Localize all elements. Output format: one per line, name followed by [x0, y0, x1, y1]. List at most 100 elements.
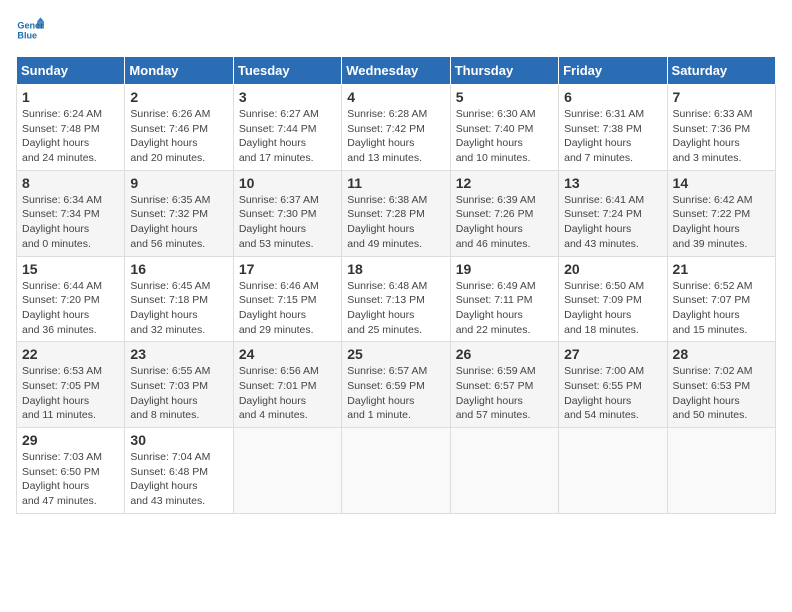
day-detail: Sunrise: 6:44 AMSunset: 7:20 PMDaylight … — [22, 279, 119, 338]
svg-text:Blue: Blue — [17, 30, 37, 40]
col-header-friday: Friday — [559, 57, 667, 85]
calendar-day-empty — [450, 428, 558, 514]
col-header-thursday: Thursday — [450, 57, 558, 85]
day-detail: Sunrise: 6:35 AMSunset: 7:32 PMDaylight … — [130, 193, 227, 252]
day-number: 24 — [239, 346, 336, 362]
calendar-day-18: 18 Sunrise: 6:48 AMSunset: 7:13 PMDayligh… — [342, 256, 450, 342]
day-number: 27 — [564, 346, 661, 362]
day-detail: Sunrise: 6:56 AMSunset: 7:01 PMDaylight … — [239, 364, 336, 423]
calendar-day-2: 2 Sunrise: 6:26 AMSunset: 7:46 PMDaylight… — [125, 85, 233, 171]
day-number: 23 — [130, 346, 227, 362]
day-detail: Sunrise: 6:26 AMSunset: 7:46 PMDaylight … — [130, 107, 227, 166]
day-detail: Sunrise: 6:33 AMSunset: 7:36 PMDaylight … — [673, 107, 770, 166]
day-detail: Sunrise: 6:38 AMSunset: 7:28 PMDaylight … — [347, 193, 444, 252]
day-number: 14 — [673, 175, 770, 191]
day-detail: Sunrise: 7:03 AMSunset: 6:50 PMDaylight … — [22, 450, 119, 509]
day-detail: Sunrise: 6:41 AMSunset: 7:24 PMDaylight … — [564, 193, 661, 252]
calendar-day-23: 23 Sunrise: 6:55 AMSunset: 7:03 PMDayligh… — [125, 342, 233, 428]
day-detail: Sunrise: 6:42 AMSunset: 7:22 PMDaylight … — [673, 193, 770, 252]
day-number: 29 — [22, 432, 119, 448]
calendar-day-26: 26 Sunrise: 6:59 AMSunset: 6:57 PMDayligh… — [450, 342, 558, 428]
day-number: 12 — [456, 175, 553, 191]
day-detail: Sunrise: 6:30 AMSunset: 7:40 PMDaylight … — [456, 107, 553, 166]
calendar-day-15: 15 Sunrise: 6:44 AMSunset: 7:20 PMDayligh… — [17, 256, 125, 342]
day-detail: Sunrise: 6:59 AMSunset: 6:57 PMDaylight … — [456, 364, 553, 423]
calendar-day-11: 11 Sunrise: 6:38 AMSunset: 7:28 PMDayligh… — [342, 170, 450, 256]
calendar-week-1: 1 Sunrise: 6:24 AMSunset: 7:48 PMDaylight… — [17, 85, 776, 171]
calendar-day-17: 17Sunrise: 6:46 AMSunset: 7:15 PMDayligh… — [233, 256, 341, 342]
calendar-day-3: 3Sunrise: 6:27 AMSunset: 7:44 PMDaylight… — [233, 85, 341, 171]
calendar-day-22: 22 Sunrise: 6:53 AMSunset: 7:05 PMDayligh… — [17, 342, 125, 428]
day-number: 18 — [347, 261, 444, 277]
day-number: 1 — [22, 89, 119, 105]
calendar-day-30: 30 Sunrise: 7:04 AMSunset: 6:48 PMDayligh… — [125, 428, 233, 514]
day-detail: Sunrise: 6:24 AMSunset: 7:48 PMDaylight … — [22, 107, 119, 166]
calendar-day-12: 12 Sunrise: 6:39 AMSunset: 7:26 PMDayligh… — [450, 170, 558, 256]
day-number: 25 — [347, 346, 444, 362]
logo-icon: General Blue — [16, 16, 44, 44]
day-number: 20 — [564, 261, 661, 277]
day-number: 17 — [239, 261, 336, 277]
calendar-day-empty — [559, 428, 667, 514]
day-detail: Sunrise: 6:57 AMSunset: 6:59 PMDaylight … — [347, 364, 444, 423]
day-number: 4 — [347, 89, 444, 105]
calendar-day-4: 4 Sunrise: 6:28 AMSunset: 7:42 PMDaylight… — [342, 85, 450, 171]
calendar-day-27: 27Sunrise: 7:00 AMSunset: 6:55 PMDayligh… — [559, 342, 667, 428]
day-detail: Sunrise: 6:49 AMSunset: 7:11 PMDaylight … — [456, 279, 553, 338]
day-number: 26 — [456, 346, 553, 362]
day-detail: Sunrise: 6:27 AMSunset: 7:44 PMDaylight … — [239, 107, 336, 166]
calendar-week-4: 22 Sunrise: 6:53 AMSunset: 7:05 PMDayligh… — [17, 342, 776, 428]
day-detail: Sunrise: 6:55 AMSunset: 7:03 PMDaylight … — [130, 364, 227, 423]
calendar-day-empty — [233, 428, 341, 514]
day-detail: Sunrise: 6:39 AMSunset: 7:26 PMDaylight … — [456, 193, 553, 252]
day-detail: Sunrise: 6:34 AMSunset: 7:34 PMDaylight … — [22, 193, 119, 252]
calendar-day-19: 19 Sunrise: 6:49 AMSunset: 7:11 PMDayligh… — [450, 256, 558, 342]
page-header: General Blue — [16, 16, 776, 44]
day-number: 13 — [564, 175, 661, 191]
calendar-day-16: 16Sunrise: 6:45 AMSunset: 7:18 PMDayligh… — [125, 256, 233, 342]
day-number: 15 — [22, 261, 119, 277]
day-detail: Sunrise: 6:53 AMSunset: 7:05 PMDaylight … — [22, 364, 119, 423]
logo: General Blue — [16, 16, 48, 44]
day-number: 28 — [673, 346, 770, 362]
calendar-day-14: 14 Sunrise: 6:42 AMSunset: 7:22 PMDayligh… — [667, 170, 775, 256]
calendar-day-5: 5 Sunrise: 6:30 AMSunset: 7:40 PMDaylight… — [450, 85, 558, 171]
calendar-table: SundayMondayTuesdayWednesdayThursdayFrid… — [16, 56, 776, 514]
day-number: 8 — [22, 175, 119, 191]
day-detail: Sunrise: 6:28 AMSunset: 7:42 PMDaylight … — [347, 107, 444, 166]
day-detail: Sunrise: 6:45 AMSunset: 7:18 PMDaylight … — [130, 279, 227, 338]
day-number: 11 — [347, 175, 444, 191]
day-number: 5 — [456, 89, 553, 105]
day-number: 22 — [22, 346, 119, 362]
day-number: 10 — [239, 175, 336, 191]
day-number: 9 — [130, 175, 227, 191]
calendar-day-29: 29 Sunrise: 7:03 AMSunset: 6:50 PMDayligh… — [17, 428, 125, 514]
col-header-wednesday: Wednesday — [342, 57, 450, 85]
day-detail: Sunrise: 6:50 AMSunset: 7:09 PMDaylight … — [564, 279, 661, 338]
calendar-day-empty — [667, 428, 775, 514]
calendar-day-10: 10 Sunrise: 6:37 AMSunset: 7:30 PMDayligh… — [233, 170, 341, 256]
calendar-day-1: 1 Sunrise: 6:24 AMSunset: 7:48 PMDaylight… — [17, 85, 125, 171]
calendar-day-7: 7 Sunrise: 6:33 AMSunset: 7:36 PMDaylight… — [667, 85, 775, 171]
day-detail: Sunrise: 7:04 AMSunset: 6:48 PMDaylight … — [130, 450, 227, 509]
calendar-day-8: 8 Sunrise: 6:34 AMSunset: 7:34 PMDaylight… — [17, 170, 125, 256]
day-detail: Sunrise: 6:48 AMSunset: 7:13 PMDaylight … — [347, 279, 444, 338]
col-header-tuesday: Tuesday — [233, 57, 341, 85]
day-detail: Sunrise: 6:37 AMSunset: 7:30 PMDaylight … — [239, 193, 336, 252]
calendar-day-20: 20 Sunrise: 6:50 AMSunset: 7:09 PMDayligh… — [559, 256, 667, 342]
col-header-saturday: Saturday — [667, 57, 775, 85]
day-number: 2 — [130, 89, 227, 105]
calendar-week-5: 29 Sunrise: 7:03 AMSunset: 6:50 PMDayligh… — [17, 428, 776, 514]
day-detail: Sunrise: 7:02 AMSunset: 6:53 PMDaylight … — [673, 364, 770, 423]
day-number: 30 — [130, 432, 227, 448]
day-detail: Sunrise: 6:31 AMSunset: 7:38 PMDaylight … — [564, 107, 661, 166]
calendar-week-2: 8 Sunrise: 6:34 AMSunset: 7:34 PMDaylight… — [17, 170, 776, 256]
calendar-day-9: 9 Sunrise: 6:35 AMSunset: 7:32 PMDaylight… — [125, 170, 233, 256]
day-number: 21 — [673, 261, 770, 277]
day-number: 6 — [564, 89, 661, 105]
calendar-day-24: 24 Sunrise: 6:56 AMSunset: 7:01 PMDayligh… — [233, 342, 341, 428]
day-number: 19 — [456, 261, 553, 277]
day-detail: Sunrise: 6:52 AMSunset: 7:07 PMDaylight … — [673, 279, 770, 338]
calendar-day-25: 25 Sunrise: 6:57 AMSunset: 6:59 PMDayligh… — [342, 342, 450, 428]
day-number: 7 — [673, 89, 770, 105]
